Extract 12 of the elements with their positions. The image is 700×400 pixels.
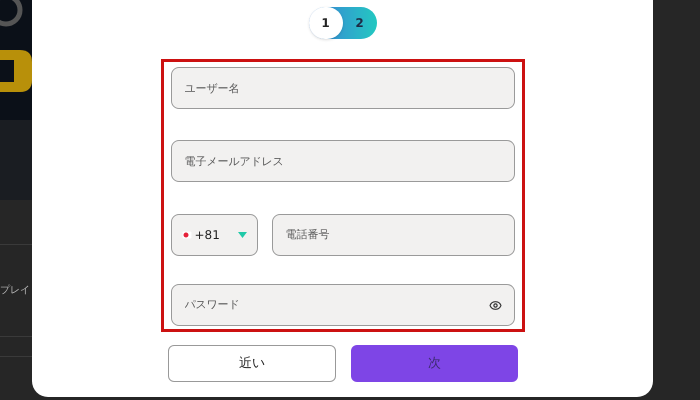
input-field[interactable]: 電子メールアドレス <box>170 140 514 182</box>
flag-icon <box>182 230 192 239</box>
step-indicator: 2 <box>354 15 365 32</box>
close-button[interactable]: 近い <box>168 345 336 382</box>
step-indicator: 1 <box>308 7 342 39</box>
input-field[interactable]: 電話番号 <box>272 214 514 256</box>
eye-icon[interactable] <box>488 298 502 312</box>
input-field[interactable]: ユーザー名 <box>170 67 514 109</box>
country-code-select[interactable]: +81 <box>170 214 258 256</box>
input-field[interactable]: パスワード <box>170 284 514 326</box>
caret-icon <box>238 232 246 238</box>
side-text: プレイ <box>0 284 30 298</box>
